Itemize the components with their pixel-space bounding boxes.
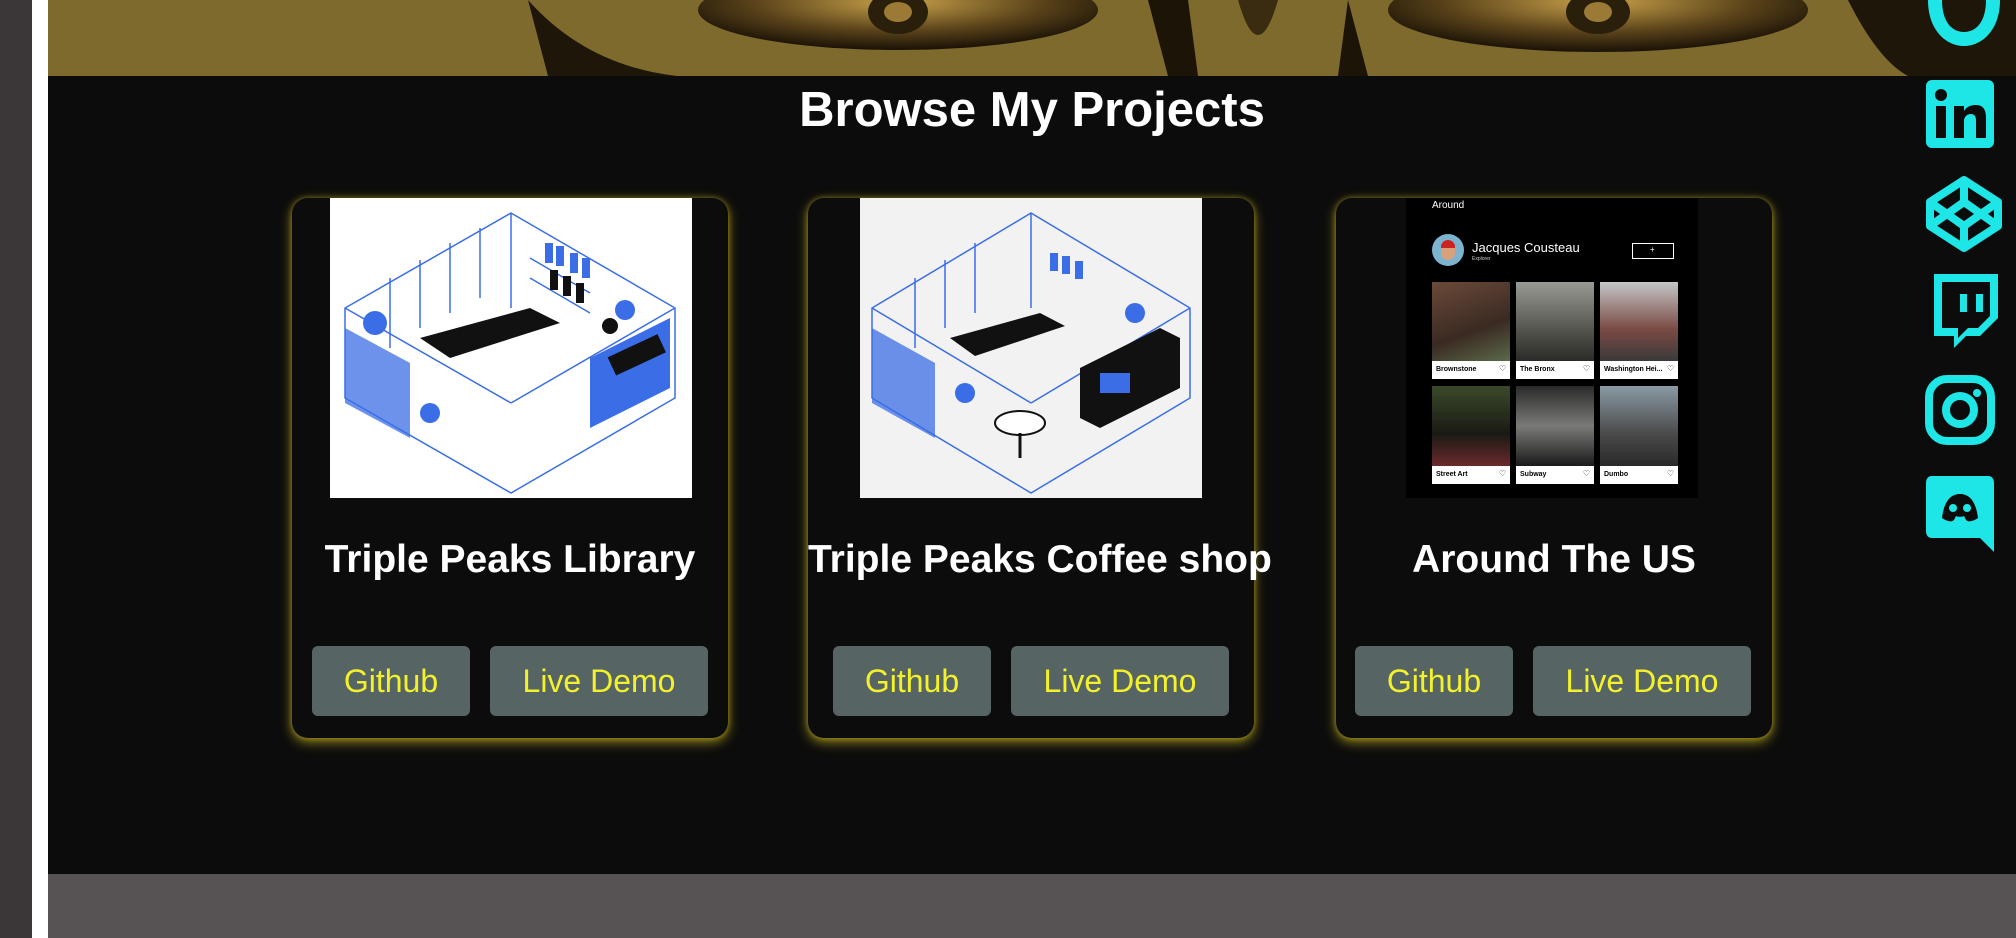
- github-button[interactable]: Github: [1355, 646, 1513, 716]
- place-photo: [1432, 386, 1510, 466]
- github-button[interactable]: Github: [833, 646, 991, 716]
- place-name: Dumbo: [1604, 471, 1629, 478]
- place-caption: Dumbo ♡: [1600, 466, 1678, 484]
- place-photo: [1516, 282, 1594, 361]
- place-name: Washington Hei...: [1604, 366, 1663, 373]
- hero-banner-image: [48, 0, 2016, 76]
- project-card: Triple Peaks Coffee shop Github Live Dem…: [808, 198, 1272, 738]
- heart-icon[interactable]: ♡: [1499, 469, 1506, 478]
- place-caption: Washington Hei... ♡: [1600, 361, 1678, 379]
- heart-icon[interactable]: ♡: [1583, 364, 1590, 373]
- project-image-library: [330, 198, 692, 498]
- github-button[interactable]: Github: [312, 646, 470, 716]
- page-border: [32, 0, 48, 938]
- place-photo: [1600, 282, 1678, 361]
- project-image-around-the-us: Around Jacques Cousteau Explorer + Brown…: [1406, 198, 1698, 498]
- place-photo: [1432, 282, 1510, 361]
- heart-icon[interactable]: ♡: [1667, 364, 1674, 373]
- project-card: Around Jacques Cousteau Explorer + Brown…: [1336, 198, 1772, 738]
- instagram-icon[interactable]: [1924, 374, 1996, 451]
- place-name: Brownstone: [1436, 366, 1477, 373]
- place-caption: Brownstone ♡: [1432, 361, 1510, 379]
- project-card: Triple Peaks Library Github Live Demo: [292, 198, 728, 738]
- twitch-icon[interactable]: [1924, 272, 2000, 357]
- project-title: Triple Peaks Coffee shop: [808, 538, 1272, 581]
- heart-icon[interactable]: ♡: [1499, 364, 1506, 373]
- heart-icon[interactable]: ♡: [1667, 469, 1674, 478]
- browser-edge: [0, 0, 32, 938]
- heart-icon[interactable]: ♡: [1583, 469, 1590, 478]
- live-demo-button[interactable]: Live Demo: [490, 646, 708, 716]
- footer-bar: [48, 874, 2016, 938]
- project-image-coffee-shop: [860, 198, 1202, 498]
- discord-icon[interactable]: [1924, 474, 1996, 557]
- profile-name: Jacques Cousteau: [1472, 240, 1580, 255]
- place-caption: Street Art ♡: [1432, 466, 1510, 484]
- project-title: Triple Peaks Library: [324, 538, 696, 581]
- profile-avatar: [1432, 234, 1464, 266]
- live-demo-button[interactable]: Live Demo: [1011, 646, 1229, 716]
- live-demo-button[interactable]: Live Demo: [1533, 646, 1751, 716]
- page: Browse My Projects Triple Peaks Library …: [48, 0, 2016, 938]
- place-caption: Subway ♡: [1516, 466, 1594, 484]
- around-logo: Around: [1432, 200, 1465, 211]
- add-post-button: +: [1632, 243, 1674, 259]
- place-name: Subway: [1520, 471, 1547, 478]
- place-photo: [1516, 386, 1594, 466]
- codepen-icon[interactable]: [1924, 174, 2004, 259]
- profile-role: Explorer: [1472, 256, 1491, 262]
- place-name: The Bronx: [1520, 366, 1555, 373]
- github-icon[interactable]: [1924, 0, 2004, 55]
- linkedin-icon[interactable]: [1924, 78, 1996, 155]
- place-name: Street Art: [1436, 471, 1468, 478]
- section-title: Browse My Projects: [799, 83, 1265, 137]
- place-caption: The Bronx ♡: [1516, 361, 1594, 379]
- project-title: Around The US: [1412, 538, 1696, 581]
- place-photo: [1600, 386, 1678, 466]
